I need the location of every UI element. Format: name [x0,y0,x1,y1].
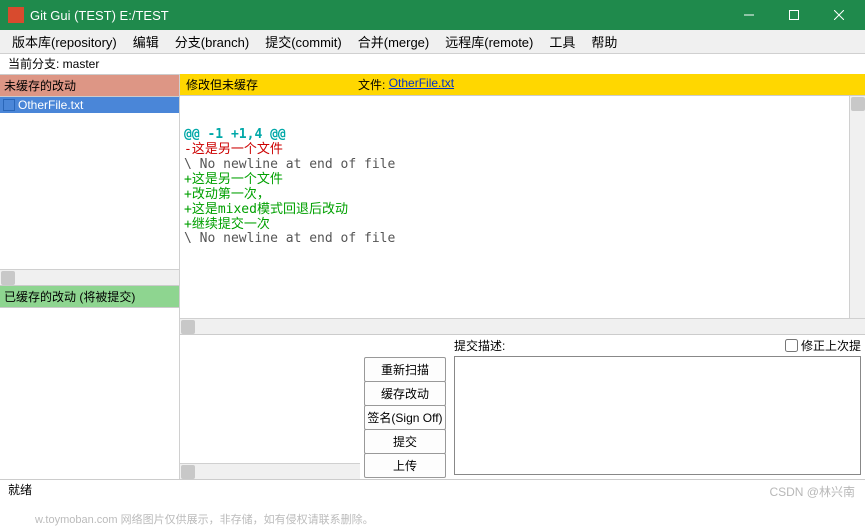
diff-line: @@ -1 +1,4 @@ [184,128,861,143]
title-bar: Git Gui (TEST) E:/TEST [0,0,865,30]
file-name: OtherFile.txt [18,98,83,112]
signoff-button[interactable]: 签名(Sign Off) [364,405,446,430]
status-bar: 就绪 [0,479,865,499]
unstaged-hscroll[interactable] [0,269,179,285]
file-icon [3,99,15,111]
diff-status: 修改但未缓存 [186,76,258,93]
current-branch: 当前分支: master [0,54,865,74]
diff-line: +继续提交一次 [184,218,861,233]
menu-repository[interactable]: 版本库(repository) [8,30,121,53]
unstaged-file-list[interactable]: OtherFile.txt [0,97,179,269]
diff-hscroll[interactable] [180,318,865,334]
diff-line: \ No newline at end of file [184,232,861,247]
main-area: 未缓存的改动 OtherFile.txt 已缓存的改动 (将被提交) 修改但未缓… [0,74,865,479]
commit-label: 提交描述: [454,337,505,354]
menu-commit[interactable]: 提交(commit) [261,30,346,53]
diff-file-label: 文件: [358,76,385,93]
status-text: 就绪 [8,481,32,498]
app-icon [8,7,24,23]
commit-area: 重新扫描 缓存改动 签名(Sign Off) 提交 上传 提交描述: 修正上次提 [180,334,865,479]
menu-remote[interactable]: 远程库(remote) [441,30,537,53]
watermark-footer: w.toymoban.com 网络图片仅供展示，非存储，如有侵权请联系删除。 [35,511,374,527]
menu-help[interactable]: 帮助 [587,30,621,53]
right-pane: 修改但未缓存 文件: OtherFile.txt @@ -1 +1,4 @@-这… [180,74,865,479]
menu-merge[interactable]: 合并(merge) [354,30,434,53]
staged-file-list[interactable] [0,308,179,480]
left-pane: 未缓存的改动 OtherFile.txt 已缓存的改动 (将被提交) [0,74,180,479]
commit-left-pad [180,335,360,479]
diff-line: +这是另一个文件 [184,173,861,188]
staged-header: 已缓存的改动 (将被提交) [0,285,179,308]
menu-edit[interactable]: 编辑 [129,30,163,53]
window-title: Git Gui (TEST) E:/TEST [30,8,726,23]
diff-header: 修改但未缓存 文件: OtherFile.txt [180,74,865,96]
amend-checkbox[interactable] [785,339,798,352]
commit-right: 提交描述: 修正上次提 [450,335,865,479]
diff-line: \ No newline at end of file [184,158,861,173]
unstaged-header: 未缓存的改动 [0,74,179,97]
amend-checkbox-row[interactable]: 修正上次提 [785,337,861,354]
commit-button[interactable]: 提交 [364,429,446,454]
diff-vscroll[interactable] [849,96,865,318]
staged-hscroll[interactable] [180,463,360,479]
stage-button[interactable]: 缓存改动 [364,381,446,406]
diff-line: -这是另一个文件 [184,143,861,158]
diff-line: +改动第一次， [184,188,861,203]
watermark-csdn: CSDN @林兴南 [769,483,855,500]
close-button[interactable] [816,0,861,30]
commit-buttons: 重新扫描 缓存改动 签名(Sign Off) 提交 上传 [360,335,450,479]
diff-file-link[interactable]: OtherFile.txt [389,76,454,93]
commit-message-box[interactable] [454,356,861,475]
menu-tools[interactable]: 工具 [545,30,579,53]
menu-bar: 版本库(repository) 编辑 分支(branch) 提交(commit)… [0,30,865,54]
diff-view[interactable]: @@ -1 +1,4 @@-这是另一个文件\ No newline at end… [180,96,865,318]
minimize-button[interactable] [726,0,771,30]
maximize-button[interactable] [771,0,816,30]
rescan-button[interactable]: 重新扫描 [364,357,446,382]
file-item[interactable]: OtherFile.txt [0,97,179,113]
diff-line: +这是mixed模式回退后改动 [184,203,861,218]
menu-branch[interactable]: 分支(branch) [171,30,253,53]
amend-label: 修正上次提 [801,337,861,354]
push-button[interactable]: 上传 [364,453,446,478]
